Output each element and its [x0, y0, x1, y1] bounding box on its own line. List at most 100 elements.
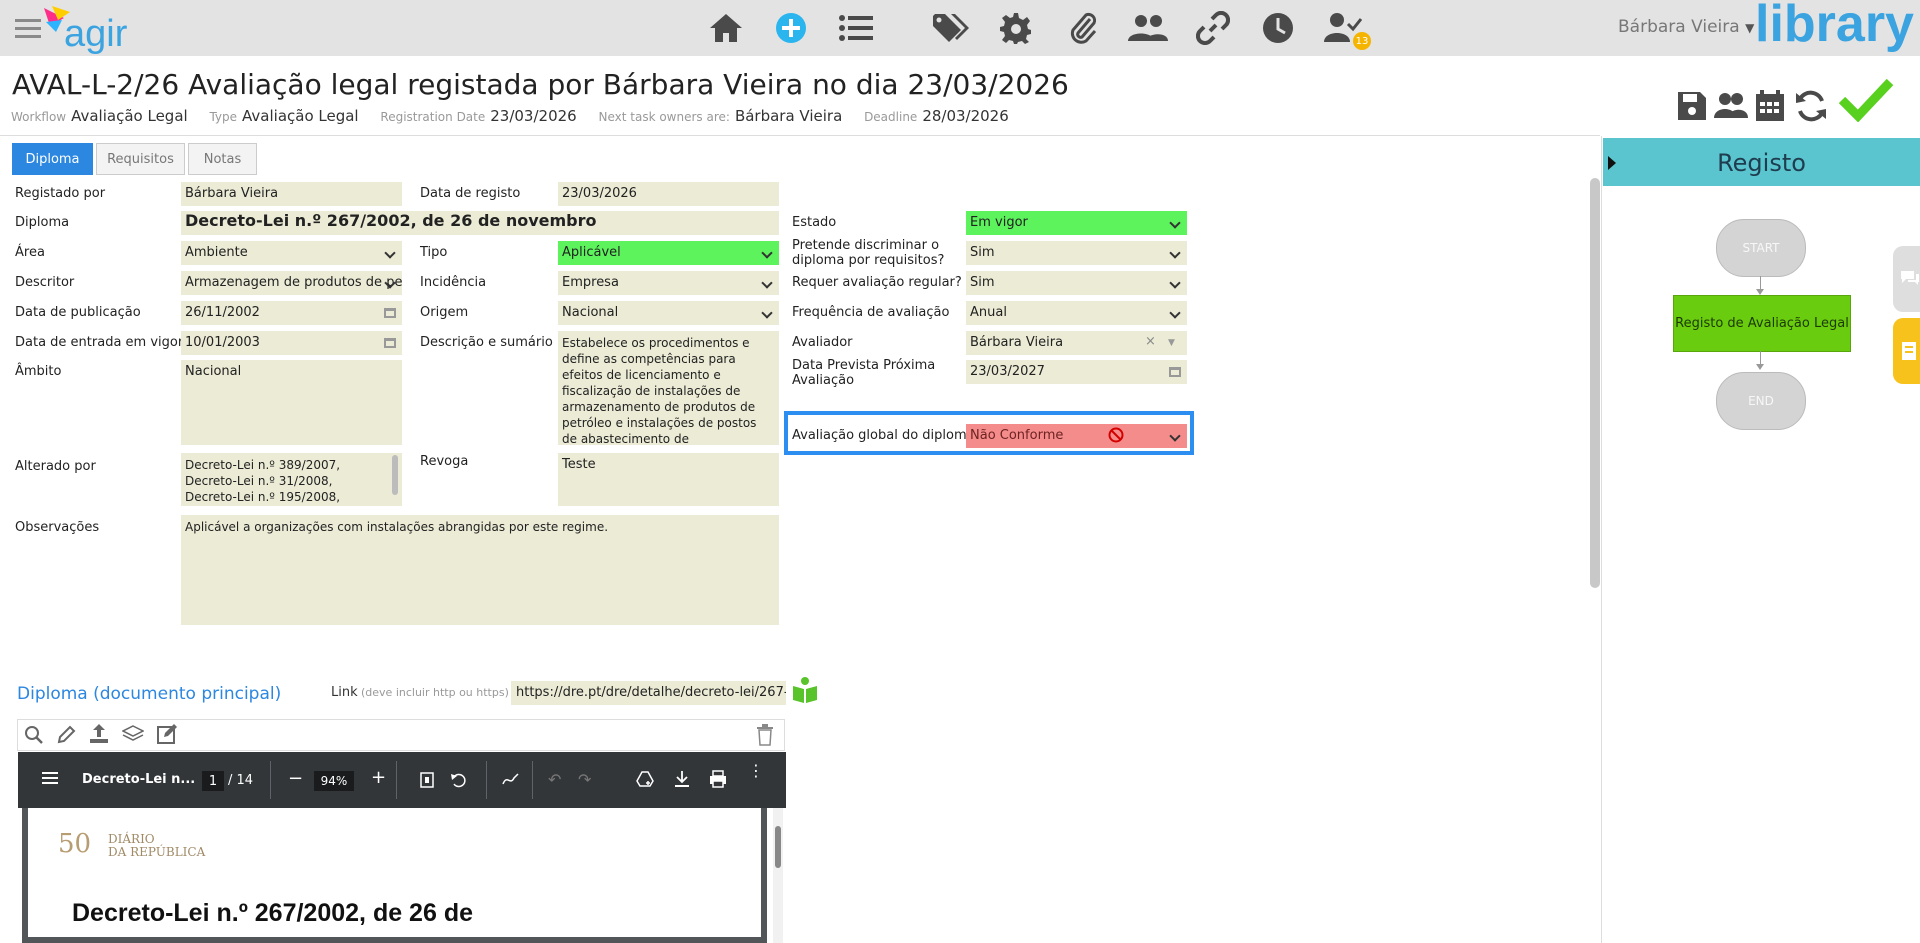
avaliacao-global-label: Avaliação global do diploma: [792, 428, 975, 443]
data-entrada-value: 10/01/2003: [185, 335, 260, 350]
incidencia-select[interactable]: Empresa: [558, 271, 779, 295]
descritor-select[interactable]: Armazenagem de produtos de petróleo: [181, 271, 402, 295]
frequencia-select[interactable]: Anual: [966, 301, 1187, 325]
fit-page-icon[interactable]: [420, 772, 434, 792]
redo-icon[interactable]: ↷: [578, 770, 591, 789]
estado-select[interactable]: Em vigor: [966, 211, 1187, 235]
meta-next-owners-value: Bárbara Vieira: [734, 107, 843, 125]
clear-icon[interactable]: ×: [1145, 334, 1156, 350]
edit-icon[interactable]: [156, 723, 178, 749]
document-section-title: Diploma (documento principal): [17, 684, 282, 704]
avaliador-value: Bárbara Vieira: [970, 335, 1064, 350]
avaliacao-global-select[interactable]: Não Conforme: [966, 424, 1187, 448]
pdf-menu-icon[interactable]: [42, 770, 58, 789]
avaliador-select[interactable]: Bárbara Vieira × ▼: [966, 331, 1187, 355]
zoom-in-icon[interactable]: +: [371, 767, 386, 788]
paperclip-icon[interactable]: [1063, 8, 1103, 48]
pdf-zoom-input[interactable]: 94%: [314, 771, 354, 791]
descricao-textarea[interactable]: Estabelece os procedimentos e define as …: [558, 331, 779, 445]
link-icon[interactable]: [1193, 8, 1233, 48]
area-select[interactable]: Ambiente: [181, 241, 402, 265]
ambito-label: Âmbito: [15, 364, 62, 379]
users-icon[interactable]: [1128, 8, 1168, 48]
data-registo-label: Data de registo: [420, 186, 521, 201]
confirm-checkmark-icon[interactable]: [1838, 78, 1894, 123]
data-prevista-field[interactable]: 23/03/2027: [966, 360, 1187, 384]
search-icon[interactable]: [24, 725, 44, 749]
user-name: Bárbara Vieira: [1618, 17, 1740, 37]
meta-workflow-value: Avaliação Legal: [71, 107, 188, 125]
avaliacao-global-value: Não Conforme: [970, 428, 1064, 443]
tipo-select[interactable]: Aplicável: [558, 241, 779, 265]
discriminar-select[interactable]: Sim: [966, 241, 1187, 265]
alterado-por-textarea[interactable]: Decreto-Lei n.º 389/2007, Decreto-Lei n.…: [181, 453, 402, 506]
data-prevista-label-line2: Avaliação: [792, 373, 855, 388]
diario-logo-text: DIÁRIO DA REPÚBLICA: [108, 833, 205, 859]
layers-icon[interactable]: [121, 724, 145, 748]
flow-step-node[interactable]: Registo de Avaliação Legal: [1673, 295, 1851, 352]
trash-icon[interactable]: [756, 724, 774, 750]
flow-end-node: END: [1716, 372, 1806, 430]
data-prevista-value: 23/03/2027: [970, 364, 1045, 379]
zoom-out-icon[interactable]: −: [288, 768, 303, 789]
alterado-por-scrollbar[interactable]: [392, 455, 398, 495]
registado-por-label: Registado por: [15, 186, 106, 201]
draw-icon[interactable]: [502, 772, 520, 792]
pdf-filename: Decreto-Lei n...: [82, 772, 196, 787]
pdf-page-input[interactable]: 1: [202, 771, 224, 791]
observacoes-textarea[interactable]: Aplicável a organizações com instalações…: [181, 515, 779, 625]
tab-requisitos[interactable]: Requisitos: [96, 143, 185, 175]
estado-label: Estado: [792, 215, 837, 230]
requer-avaliacao-select[interactable]: Sim: [966, 271, 1187, 295]
pdf-scrollbar-thumb[interactable]: [775, 826, 781, 868]
data-publicacao-field[interactable]: 26/11/2002: [181, 301, 402, 325]
rotate-icon[interactable]: [450, 771, 468, 793]
download-icon[interactable]: [674, 770, 690, 792]
add-icon[interactable]: [771, 8, 811, 48]
tags-icon[interactable]: [931, 8, 971, 48]
diploma-field[interactable]: Decreto-Lei n.º 267/2002, de 26 de novem…: [181, 211, 779, 235]
save-drive-icon[interactable]: [636, 771, 654, 791]
print-icon[interactable]: [709, 770, 727, 792]
descritor-label: Descritor: [15, 275, 75, 290]
upload-icon[interactable]: [88, 722, 110, 748]
notes-side-tab[interactable]: [1893, 318, 1920, 384]
revoga-textarea[interactable]: Teste: [558, 453, 779, 506]
chevron-down-icon[interactable]: ▼: [1168, 335, 1175, 351]
agir-logo[interactable]: agir: [42, 4, 138, 55]
pencil-icon[interactable]: [56, 725, 76, 749]
calendar-icon[interactable]: [384, 306, 396, 318]
origem-select[interactable]: Nacional: [558, 301, 779, 325]
workflow-panel-title: Registo: [1717, 149, 1806, 177]
registado-por-field: Bárbara Vieira: [181, 182, 402, 206]
chevron-down-icon: ▼: [1745, 21, 1755, 35]
tab-diploma[interactable]: Diploma: [12, 143, 93, 175]
participants-icon[interactable]: [1714, 90, 1748, 122]
chat-side-tab[interactable]: [1893, 246, 1920, 312]
gear-icon[interactable]: [996, 8, 1036, 48]
flow-start-node: START: [1716, 219, 1806, 277]
user-menu[interactable]: Bárbara Vieira ▼: [1618, 17, 1754, 37]
open-book-icon[interactable]: [792, 676, 818, 704]
save-icon[interactable]: [1676, 90, 1708, 122]
ambito-textarea[interactable]: Nacional: [181, 360, 402, 445]
calendar-icon[interactable]: [1754, 89, 1786, 123]
clock-icon[interactable]: [1258, 8, 1298, 48]
link-input[interactable]: https://dre.pt/dre/detalhe/decreto-lei/2…: [511, 681, 786, 705]
more-options-icon[interactable]: ⋮: [748, 763, 764, 779]
pdf-toolbar-divider: [486, 761, 487, 799]
diario-logo-line2: DA REPÚBLICA: [108, 845, 206, 859]
calendar-icon[interactable]: [384, 336, 396, 348]
tab-notas[interactable]: Notas: [188, 143, 257, 175]
refresh-icon[interactable]: [1794, 89, 1828, 123]
main-scrollbar[interactable]: [1590, 178, 1600, 588]
library-brand: library: [1755, 0, 1914, 53]
pdf-total-pages: / 14: [228, 773, 254, 788]
list-icon[interactable]: [836, 8, 876, 48]
data-entrada-field[interactable]: 10/01/2003: [181, 331, 402, 355]
calendar-icon[interactable]: [1169, 365, 1181, 377]
data-publicacao-value: 26/11/2002: [185, 305, 260, 320]
home-icon[interactable]: [706, 8, 746, 48]
undo-icon[interactable]: ↶: [548, 770, 561, 789]
notification-badge: 13: [1353, 32, 1371, 50]
